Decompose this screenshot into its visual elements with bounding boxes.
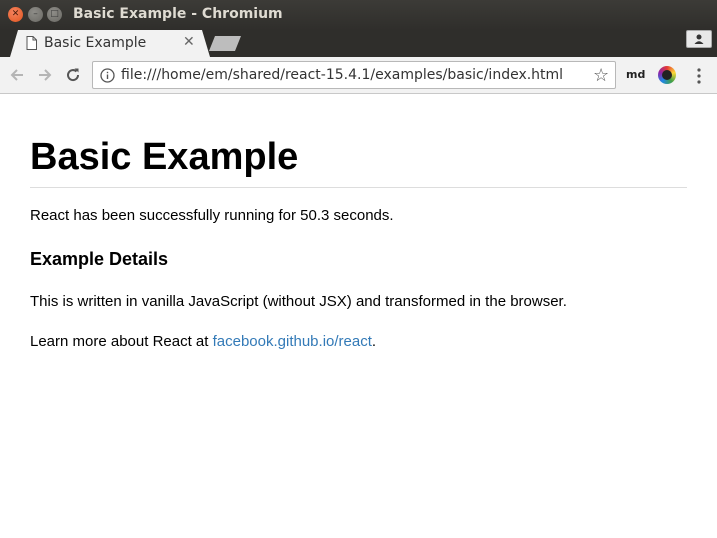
tab-label: Basic Example (44, 35, 147, 51)
learn-more-text: Learn more about React at facebook.githu… (30, 332, 687, 352)
tab-strip: Basic Example ✕ (0, 30, 717, 57)
window-title-bar: ✕ – □ Basic Example - Chromium (0, 0, 717, 30)
react-link[interactable]: facebook.github.io/react (213, 333, 372, 350)
person-icon (694, 34, 704, 44)
window-title: Basic Example - Chromium (73, 6, 283, 22)
menu-icon[interactable] (696, 67, 702, 85)
window-maximize-button[interactable]: □ (47, 7, 62, 22)
learn-more-suffix: . (371, 333, 377, 350)
page-icon (26, 36, 37, 50)
url-text[interactable]: file:///home/em/shared/react-15.4.1/exam… (121, 67, 563, 83)
profile-button[interactable] (686, 30, 712, 48)
tab-close-icon[interactable]: ✕ (183, 34, 195, 50)
title-divider (30, 187, 687, 188)
reload-icon[interactable] (64, 66, 82, 84)
window-minimize-button[interactable]: – (28, 7, 43, 22)
details-heading: Example Details (30, 249, 169, 269)
md-extension-icon[interactable]: md (626, 68, 645, 81)
bookmark-star-icon[interactable]: ☆ (593, 65, 609, 86)
new-tab-button[interactable] (209, 36, 241, 51)
tab-basic-example[interactable]: Basic Example ✕ (10, 30, 210, 57)
forward-arrow-icon[interactable] (36, 66, 54, 84)
description-text: This is written in vanilla JavaScript (w… (30, 293, 567, 310)
page-content: Basic Example React has been successfull… (30, 95, 687, 352)
address-bar[interactable]: file:///home/em/shared/react-15.4.1/exam… (92, 61, 616, 89)
info-icon[interactable] (100, 68, 115, 83)
learn-more-prefix: Learn more about React at (30, 333, 213, 350)
page-title: Basic Example (30, 136, 299, 178)
color-wheel-extension-icon[interactable] (658, 66, 676, 84)
running-status-text: React has been successfully running for … (30, 207, 394, 224)
browser-toolbar: file:///home/em/shared/react-15.4.1/exam… (0, 57, 717, 94)
back-arrow-icon[interactable] (8, 66, 26, 84)
window-close-button[interactable]: ✕ (8, 7, 23, 22)
